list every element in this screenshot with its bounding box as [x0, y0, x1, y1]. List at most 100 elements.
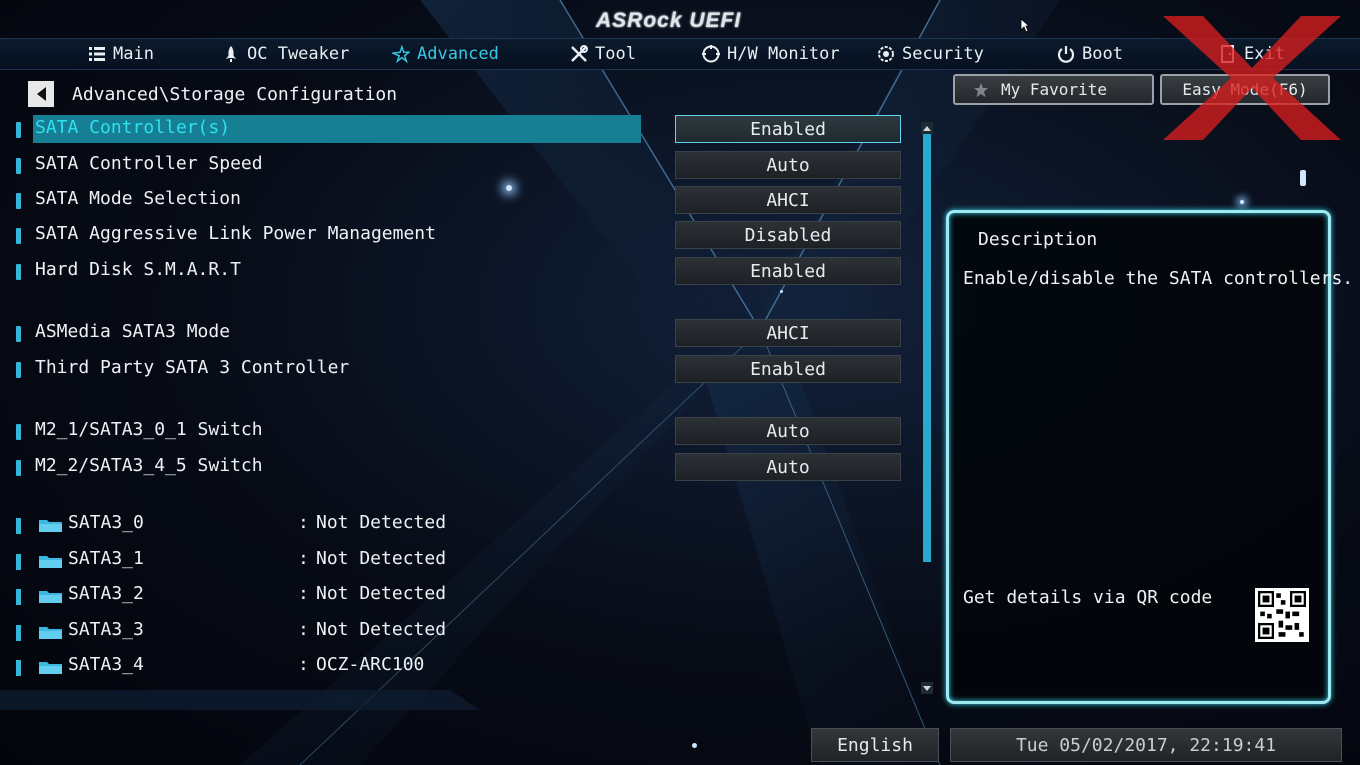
qr-caption: Get details via QR code	[963, 587, 1213, 608]
scroll-up-button[interactable]	[921, 122, 933, 134]
tab-security[interactable]: Security	[877, 42, 984, 66]
shield-icon	[878, 46, 894, 62]
scroll-thumb[interactable]	[923, 134, 931, 562]
row-marker	[16, 158, 21, 174]
device-port: SATA3_0	[68, 512, 144, 533]
power-icon	[1057, 46, 1075, 63]
setting-value-dropdown[interactable]: Auto	[675, 453, 901, 481]
setting-row-m2-2-switch[interactable]: M2_2/SATA3_4_5 Switch Auto	[0, 453, 910, 483]
tab-label: Main	[113, 44, 154, 64]
mouse-cursor-icon	[1020, 18, 1030, 33]
row-marker	[16, 122, 21, 138]
my-favorite-button[interactable]: My Favorite	[953, 74, 1154, 105]
monitor-icon	[702, 45, 720, 63]
arrow-down-icon	[923, 685, 931, 691]
row-marker	[16, 460, 21, 476]
description-title: Description	[978, 229, 1098, 250]
arrow-up-icon	[923, 125, 931, 131]
setting-label: SATA Aggressive Link Power Management	[35, 223, 436, 244]
app-logo: ASRock UEFI	[596, 9, 742, 32]
setting-row-sata-controller-speed[interactable]: SATA Controller Speed Auto	[0, 151, 910, 181]
tab-label: H/W Monitor	[727, 44, 840, 64]
setting-value-dropdown[interactable]: Auto	[675, 151, 901, 179]
my-favorite-label: My Favorite	[1001, 80, 1107, 99]
breadcrumb: Advanced\Storage Configuration	[72, 84, 398, 105]
tab-label: Boot	[1082, 44, 1123, 64]
row-marker	[16, 660, 21, 676]
row-marker	[16, 518, 21, 534]
tab-label: Advanced	[417, 44, 499, 64]
setting-label: Hard Disk S.M.A.R.T	[35, 259, 241, 280]
description-text: Enable/disable the SATA controllers.	[963, 268, 1354, 289]
setting-value-dropdown[interactable]: AHCI	[675, 319, 901, 347]
setting-label: M2_2/SATA3_4_5 Switch	[35, 455, 263, 476]
setting-label: SATA Mode Selection	[35, 188, 241, 209]
star-icon	[392, 45, 410, 63]
tab-tool[interactable]: Tool	[570, 42, 636, 66]
device-status: Not Detected	[316, 619, 447, 640]
main-tab-bar	[0, 38, 1360, 70]
scroll-down-button[interactable]	[921, 682, 933, 694]
device-status: Not Detected	[316, 512, 447, 533]
folder-icon	[39, 627, 62, 639]
row-marker	[16, 362, 21, 378]
watermark-x-logo	[1163, 16, 1341, 140]
list-icon	[89, 47, 105, 61]
tab-boot[interactable]: Boot	[1057, 42, 1123, 66]
tab-label: Security	[902, 44, 984, 64]
datetime-display: Tue 05/02/2017, 22:19:41	[950, 728, 1342, 762]
tab-label: Tool	[595, 44, 636, 64]
folder-icon	[39, 591, 62, 603]
device-row-sata3-1: SATA3_1 : Not Detected	[0, 545, 600, 575]
setting-label: SATA Controller Speed	[35, 153, 263, 174]
setting-row-sata-controllers[interactable]: SATA Controller(s) Enabled	[0, 115, 910, 145]
device-row-sata3-2: SATA3_2 : Not Detected	[0, 580, 600, 610]
device-row-sata3-0: SATA3_0 : Not Detected	[0, 509, 600, 539]
device-row-sata3-3: SATA3_3 : Not Detected	[0, 616, 600, 646]
folder-icon	[39, 520, 62, 532]
settings-scrollbar[interactable]	[921, 122, 933, 694]
setting-value-dropdown[interactable]: Enabled	[675, 115, 901, 143]
folder-icon	[39, 662, 62, 674]
setting-label: M2_1/SATA3_0_1 Switch	[35, 419, 263, 440]
setting-value-dropdown[interactable]: Enabled	[675, 257, 901, 285]
star-glow	[692, 743, 697, 748]
setting-value-dropdown[interactable]: Enabled	[675, 355, 901, 383]
language-button[interactable]: English	[811, 728, 939, 762]
device-row-sata3-4: SATA3_4 : OCZ-ARC100	[0, 651, 600, 681]
setting-value-dropdown[interactable]: Disabled	[675, 221, 901, 249]
tab-advanced[interactable]: Advanced	[392, 42, 499, 66]
star-glow	[780, 290, 783, 293]
setting-row-sata-mode-selection[interactable]: SATA Mode Selection AHCI	[0, 186, 910, 216]
setting-label: SATA Controller(s)	[35, 117, 231, 138]
tab-oc-tweaker[interactable]: OC Tweaker	[222, 42, 349, 66]
setting-row-hard-disk-smart[interactable]: Hard Disk S.M.A.R.T Enabled	[0, 257, 910, 287]
device-status: OCZ-ARC100	[316, 654, 425, 675]
device-port: SATA3_2	[68, 583, 144, 604]
rocket-icon	[226, 46, 236, 62]
back-button[interactable]	[28, 81, 54, 107]
tab-hw-monitor[interactable]: H/W Monitor	[702, 42, 840, 66]
device-status: Not Detected	[316, 548, 447, 569]
back-arrow-icon	[36, 87, 46, 101]
row-marker	[16, 326, 21, 342]
row-marker	[16, 589, 21, 605]
setting-row-asmedia-sata3-mode[interactable]: ASMedia SATA3 Mode AHCI	[0, 319, 910, 349]
setting-row-m2-1-switch[interactable]: M2_1/SATA3_0_1 Switch Auto	[0, 417, 910, 447]
row-marker	[16, 193, 21, 209]
star-icon	[974, 82, 988, 97]
setting-value-dropdown[interactable]: AHCI	[675, 186, 901, 214]
star-glow	[1240, 200, 1244, 204]
setting-row-third-party-sata3[interactable]: Third Party SATA 3 Controller Enabled	[0, 355, 910, 385]
setting-row-sata-aggressive-link-power[interactable]: SATA Aggressive Link Power Management Di…	[0, 221, 910, 251]
setting-value-dropdown[interactable]: Auto	[675, 417, 901, 445]
star-glow	[1300, 170, 1306, 186]
row-marker	[16, 228, 21, 244]
device-port: SATA3_1	[68, 548, 144, 569]
row-marker	[16, 554, 21, 570]
tab-label: OC Tweaker	[247, 44, 350, 64]
tab-main[interactable]: Main	[88, 42, 154, 66]
qr-code-icon	[1255, 588, 1309, 642]
row-marker	[16, 264, 21, 280]
row-marker	[16, 625, 21, 641]
